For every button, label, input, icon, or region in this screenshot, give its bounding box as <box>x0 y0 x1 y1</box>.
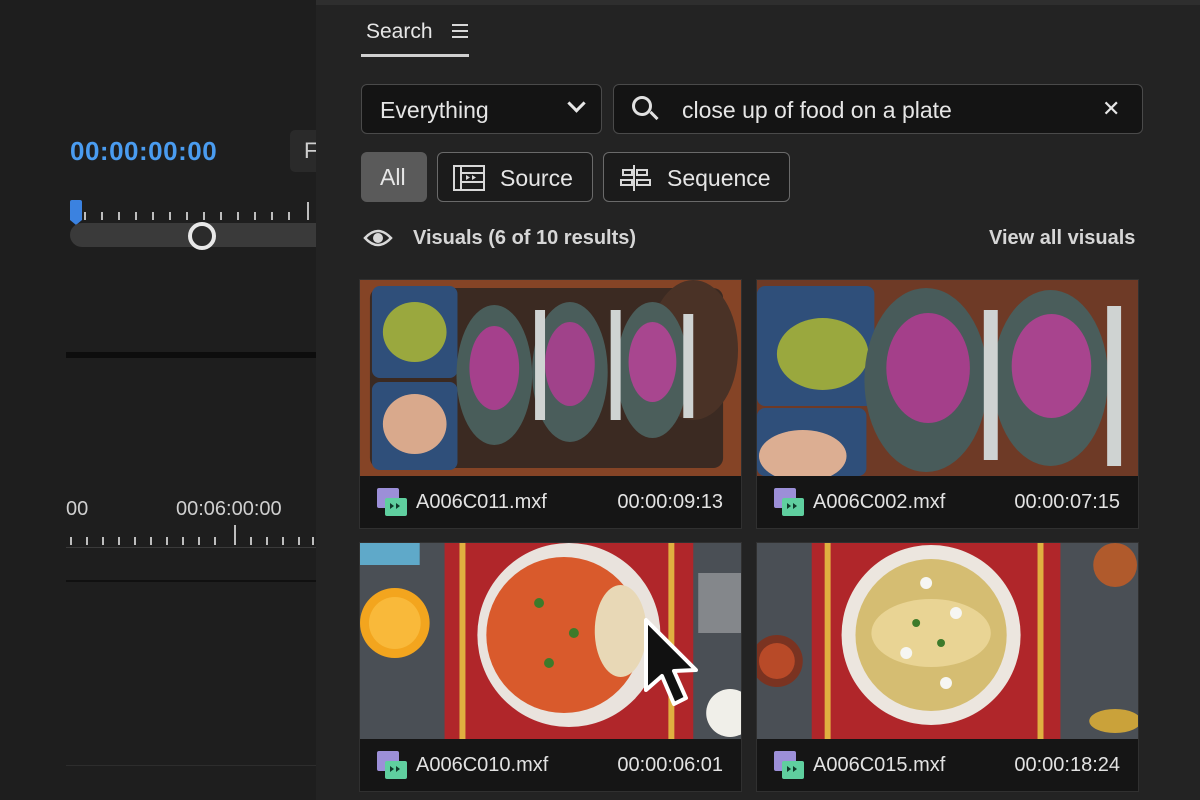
search-panel: Search Everything close up of food on a … <box>316 0 1200 800</box>
clip-thumbnail <box>757 543 1138 739</box>
scope-dropdown[interactable]: Everything <box>361 84 602 134</box>
ruler-baseline <box>66 547 316 548</box>
clip-name: A006C015.mxf <box>813 754 946 776</box>
scope-dropdown-value: Everything <box>380 97 489 123</box>
clip-name: A006C002.mxf <box>813 491 946 513</box>
filter-all[interactable]: All <box>361 152 427 202</box>
search-input[interactable]: close up of food on a plate ✕ <box>613 84 1143 134</box>
track-divider <box>66 765 316 766</box>
time-ruler-top[interactable] <box>70 200 316 222</box>
results-header: Visuals (6 of 10 results) <box>413 227 637 249</box>
filter-sequence[interactable]: Sequence <box>603 152 790 202</box>
filter-all-label: All <box>380 164 406 190</box>
card-footer: A006C011.mxf 00:00:09:13 <box>360 476 741 528</box>
clip-duration: 00:00:09:13 <box>617 491 723 513</box>
search-icon <box>632 96 659 121</box>
sequence-icon <box>620 165 651 191</box>
clip-thumbnail <box>360 280 741 476</box>
playhead[interactable] <box>70 200 82 225</box>
clip-duration: 00:00:07:15 <box>1014 491 1120 513</box>
card-footer: A006C002.mxf 00:00:07:15 <box>757 476 1138 528</box>
card-footer: A006C010.mxf 00:00:06:01 <box>360 739 741 791</box>
time-ruler-bottom[interactable] <box>66 525 316 549</box>
filter-source[interactable]: Source <box>437 152 593 202</box>
clip-name: A006C010.mxf <box>416 754 549 776</box>
result-card[interactable]: A006C015.mxf 00:00:18:24 <box>756 542 1139 792</box>
mouse-cursor-icon <box>644 618 698 706</box>
search-query-text[interactable]: close up of food on a plate <box>682 97 952 124</box>
eye-icon[interactable] <box>363 226 393 250</box>
ruler-label: 00:06:00:00 <box>176 498 282 520</box>
result-card[interactable]: A006C011.mxf 00:00:09:13 <box>359 279 742 529</box>
chevron-down-icon <box>567 94 586 113</box>
clip-thumbnail <box>757 280 1138 476</box>
tab-search[interactable]: Search <box>366 20 433 44</box>
current-timecode[interactable]: 00:00:00:00 <box>70 136 217 167</box>
clip-icon <box>774 488 804 516</box>
filter-source-label: Source <box>500 165 573 191</box>
ruler-label-left: 00 <box>66 498 89 520</box>
clip-icon <box>377 751 407 779</box>
clip-icon <box>774 751 804 779</box>
source-clip-icon <box>453 165 485 191</box>
filter-sequence-label: Sequence <box>667 165 771 191</box>
timeline-panel: 00:00:00:00 F 00 00:06:00:00 <box>0 0 316 800</box>
clear-icon[interactable]: ✕ <box>1102 96 1120 122</box>
panel-top-border <box>316 0 1200 5</box>
view-all-visuals-link[interactable]: View all visuals <box>989 227 1135 250</box>
track-divider <box>66 352 316 358</box>
zoom-scrollbar-handle[interactable] <box>188 222 216 250</box>
result-card[interactable]: A006C002.mxf 00:00:07:15 <box>756 279 1139 529</box>
menu-icon[interactable] <box>452 24 468 40</box>
clip-name: A006C011.mxf <box>416 491 547 513</box>
clip-icon <box>377 488 407 516</box>
track-divider <box>66 580 316 582</box>
active-tab-indicator <box>361 54 469 57</box>
clip-duration: 00:00:18:24 <box>1014 754 1120 776</box>
clip-duration: 00:00:06:01 <box>617 754 723 776</box>
card-footer: A006C015.mxf 00:00:18:24 <box>757 739 1138 791</box>
timeline-panel-button[interactable]: F <box>290 130 316 172</box>
